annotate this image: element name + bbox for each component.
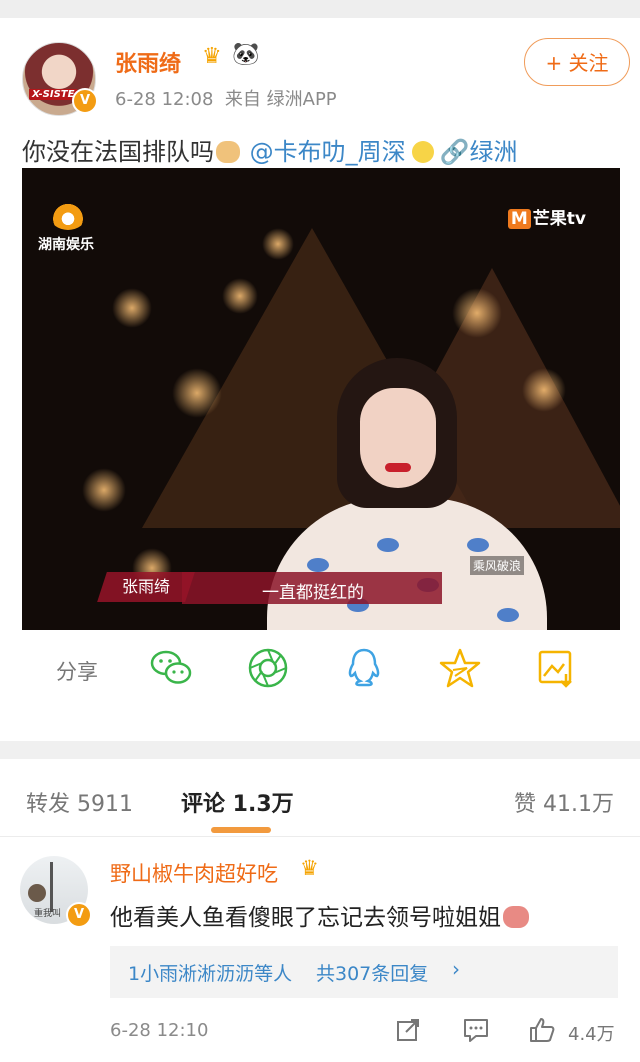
top-divider [0,0,640,18]
avatar-badge-text: X-SISTE [29,89,78,100]
face [360,388,436,488]
thinking-emoji-icon [411,141,434,163]
petal-print [467,538,489,552]
comment-text-body: 他看美人鱼看傻眼了忘记去领号啦姐姐 [110,905,501,931]
save-image-icon[interactable] [534,646,578,690]
petal-print [377,538,399,552]
reply-users: 1小雨淅淅沥沥等人 [128,963,293,985]
tab-comment[interactable]: 评论 1.3万 [181,786,294,818]
share-label: 分享 [56,660,98,684]
avatar-caption: 重我叫 [34,909,62,919]
qq-icon[interactable] [342,646,386,690]
active-tab-indicator [211,827,271,833]
mango-logo-text: 芒果tv [532,209,586,229]
mango-tv-logo: M 芒果tv [507,204,586,229]
hunan-ent-logo: 湖南娱乐 [38,202,94,254]
petal-print [307,558,329,572]
bokeh-light [452,288,502,338]
lips [385,463,411,472]
post-username[interactable]: 张雨绮 [115,46,181,78]
reply-count: 共307条回复 [316,963,429,985]
post-meta: 6-28 12:08 来自 绿洲APP [115,85,337,111]
video-player[interactable]: 湖南娱乐 M 芒果tv 张雨绮 一直都挺红的 乘风破浪 [22,168,620,630]
chevron-right-icon: › [452,957,460,981]
crown-icon: ♛ [300,856,319,880]
bokeh-light [262,228,294,260]
like-thumb-icon[interactable] [528,1016,556,1044]
caption-name-tag: 张雨绮 [97,572,195,602]
verified-badge-icon: V [66,902,92,928]
post-text-main: 你没在法国排队吗 [22,138,214,166]
crown-icon: ♛ [202,44,222,69]
section-gap [0,741,640,759]
bokeh-light [172,368,222,418]
show-logo: 乘风破浪 [469,556,524,575]
wechat-icon[interactable] [150,646,194,690]
commenter-name[interactable]: 野山椒牛肉超好吃 [110,858,278,888]
oasis-link[interactable]: 绿洲 [470,138,518,166]
bokeh-light [112,288,152,328]
follow-button[interactable]: + 关注 [524,38,630,86]
subtitle-text: 一直都挺红的 [262,583,364,603]
comment-text: 他看美人鱼看傻眼了忘记去领号啦姐姐 [110,898,529,932]
panda-icon: 🐼 [232,42,260,67]
reply-comment-icon[interactable] [462,1016,490,1044]
mango-logo-mark: M [507,209,531,229]
forward-comment-icon[interactable] [394,1016,422,1044]
hunan-logo-text: 湖南娱乐 [38,237,94,253]
bokeh-light [222,278,258,314]
moments-icon[interactable] [246,646,290,690]
comment-time: 6-28 12:10 [110,1020,209,1041]
cat-emoji-icon [216,141,240,163]
hunan-logo-mark [50,202,86,230]
comment-like-count: 4.4万 [568,1024,615,1045]
mention-link[interactable]: @卡布叻_周深 [250,138,406,166]
tree-graphic [50,862,53,912]
petal-print [497,608,519,622]
verified-badge-icon: V [72,88,98,114]
qzone-star-icon[interactable] [438,646,482,690]
post-text: 你没在法国排队吗 @卡布叻_周深 🔗绿洲 [22,132,518,167]
post-source: 来自 绿洲APP [224,89,337,110]
post-time: 6-28 12:08 [115,89,214,110]
tab-like[interactable]: 赞 41.1万 [514,786,614,818]
tab-repost[interactable]: 转发 5911 [26,786,133,818]
caption-name-text: 张雨绮 [121,577,170,596]
shy-emoji-icon [503,906,529,928]
link-icon: 🔗 [439,138,470,166]
bokeh-light [82,468,126,512]
bear-graphic [28,884,46,902]
reply-summary[interactable]: 1小雨淅淅沥沥等人 共307条回复 › [110,946,618,998]
